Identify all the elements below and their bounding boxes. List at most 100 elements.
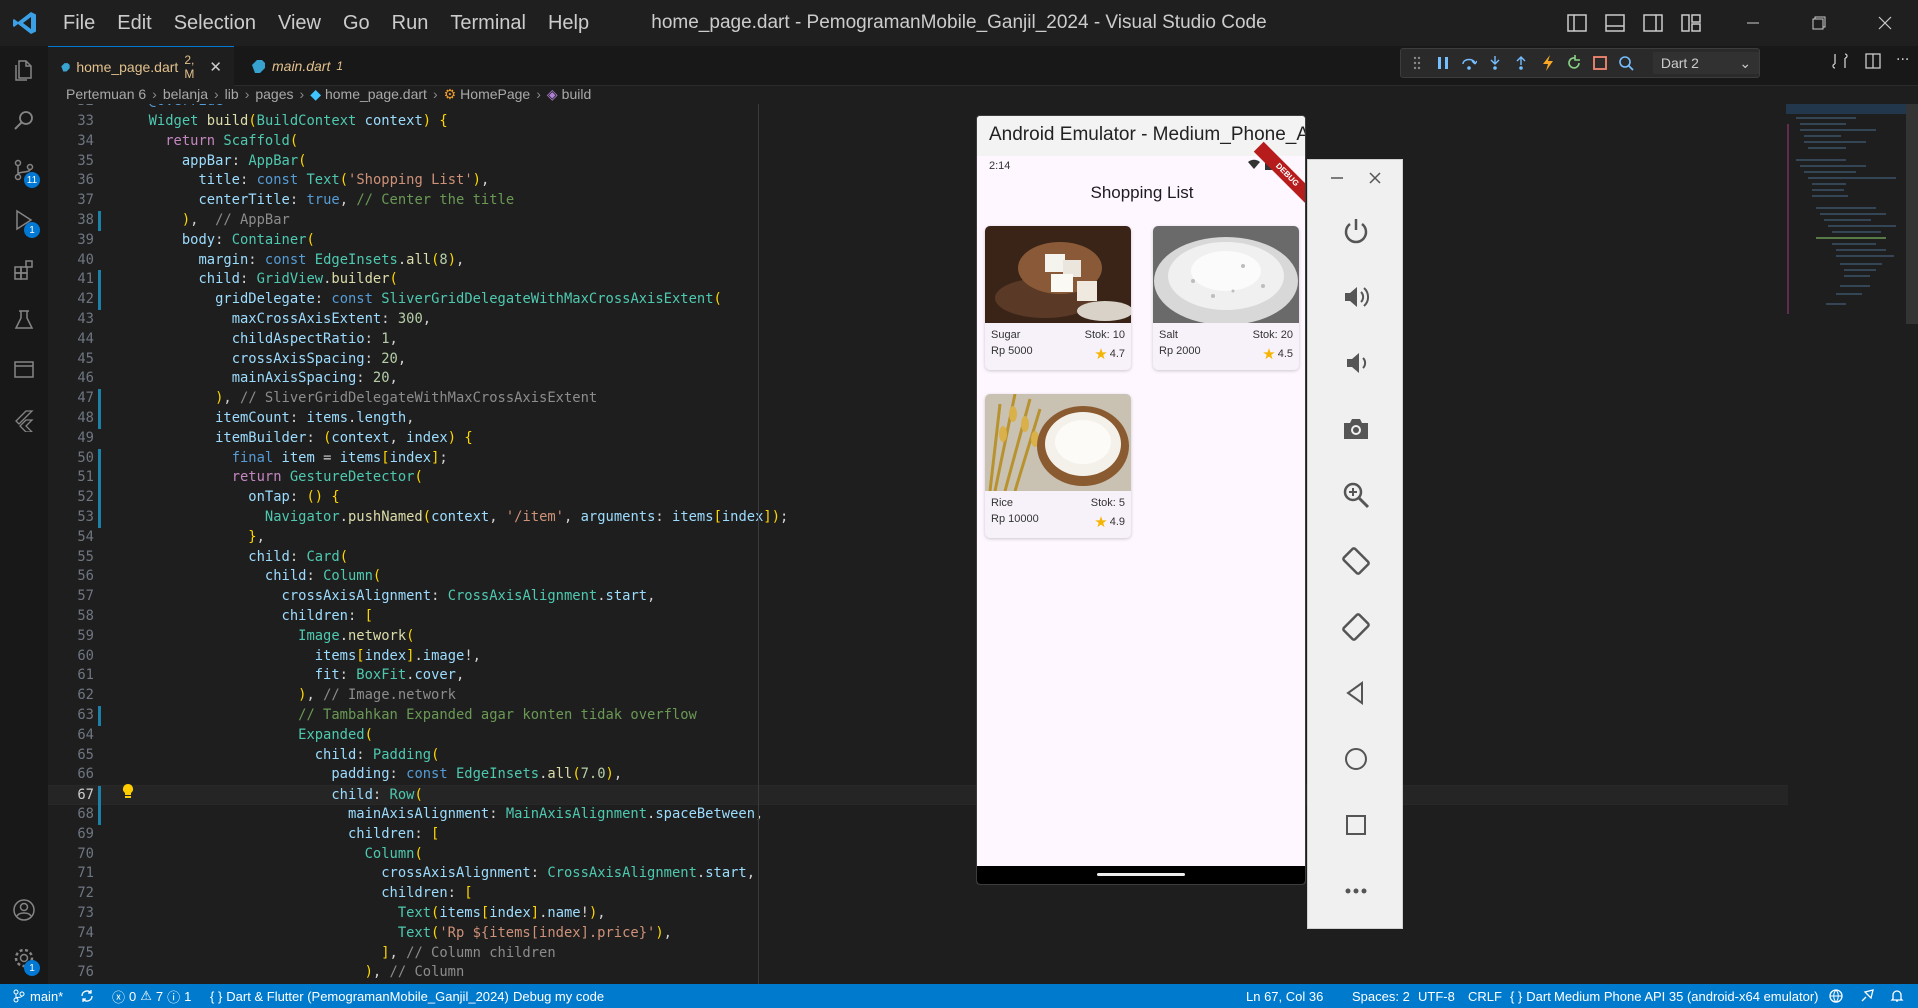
- code-line[interactable]: 38 ), // AppBar: [48, 211, 1788, 231]
- more-icon[interactable]: [1308, 858, 1404, 924]
- step-into-icon[interactable]: [1486, 53, 1505, 73]
- code-line[interactable]: 73 Text(items[index].name!),: [48, 904, 1788, 924]
- lightbulb-icon[interactable]: [121, 783, 135, 803]
- code-line[interactable]: 57 crossAxisAlignment: CrossAxisAlignmen…: [48, 587, 1788, 607]
- minimize-icon[interactable]: [1720, 0, 1786, 46]
- menu-go[interactable]: Go: [332, 12, 381, 35]
- source-control-icon[interactable]: 11: [0, 146, 48, 194]
- code-line[interactable]: 47 ), // SliverGridDelegateWithMaxCrossA…: [48, 389, 1788, 409]
- code-line[interactable]: 42 gridDelegate: const SliverGridDelegat…: [48, 290, 1788, 310]
- toggle-secondary-sidebar-icon[interactable]: [1640, 10, 1666, 36]
- code-line[interactable]: 70 Column(: [48, 845, 1788, 865]
- settings-gear-icon[interactable]: 1: [0, 934, 48, 982]
- code-line[interactable]: 49 itemBuilder: (context, index) {: [48, 429, 1788, 449]
- cursor-position[interactable]: Ln 67, Col 36: [1246, 984, 1323, 1008]
- remote-explorer-icon[interactable]: [0, 346, 48, 394]
- restore-icon[interactable]: [1786, 0, 1852, 46]
- code-line[interactable]: 37 centerTitle: true, // Center the titl…: [48, 191, 1788, 211]
- code-line[interactable]: 36 title: const Text('Shopping List'),: [48, 171, 1788, 191]
- customize-layout-icon[interactable]: [1678, 10, 1704, 36]
- phone-screen[interactable]: 2:14 DEBUG Shopping List Sugar Rp 5000 S…: [977, 141, 1305, 866]
- code-line[interactable]: 72 children: [: [48, 884, 1788, 904]
- zoom-icon[interactable]: [1308, 462, 1404, 528]
- pause-icon[interactable]: [1433, 53, 1452, 73]
- toggle-panel-icon[interactable]: [1602, 10, 1628, 36]
- breadcrumb-item[interactable]: HomePage: [460, 86, 530, 102]
- extensions-icon[interactable]: [0, 246, 48, 294]
- menu-run[interactable]: Run: [381, 12, 440, 35]
- tab-close-icon[interactable]: ✕: [209, 58, 222, 76]
- breadcrumb-item[interactable]: belanja: [163, 86, 208, 102]
- testing-icon[interactable]: [0, 296, 48, 344]
- tab-main-dart[interactable]: main.dart 1: [238, 46, 358, 86]
- code-line[interactable]: 63 // Tambahkan Expanded agar konten tid…: [48, 706, 1788, 726]
- code-line[interactable]: 61 fit: BoxFit.cover,: [48, 666, 1788, 686]
- code-line[interactable]: 45 crossAxisSpacing: 20,: [48, 350, 1788, 370]
- code-line[interactable]: 40 margin: const EdgeInsets.all(8),: [48, 251, 1788, 271]
- more-actions-icon[interactable]: ···: [1896, 52, 1909, 74]
- menu-file[interactable]: File: [52, 12, 106, 35]
- code-line[interactable]: 76 ), // Column: [48, 963, 1788, 983]
- code-line[interactable]: 32 @override: [48, 104, 1788, 112]
- breadcrumb-item[interactable]: lib: [225, 86, 239, 102]
- dart-sdk-indicator[interactable]: { } Dart & Flutter (PemogramanMobile_Gan…: [210, 984, 509, 1008]
- breadcrumb-item[interactable]: Pertemuan 6: [66, 86, 146, 102]
- menu-selection[interactable]: Selection: [163, 12, 267, 35]
- search-icon[interactable]: [0, 96, 48, 144]
- menu-view[interactable]: View: [267, 12, 332, 35]
- product-card-sugar[interactable]: Sugar Rp 5000 Stok: 10 ★ 4.7: [985, 226, 1131, 370]
- code-line[interactable]: 67 child: Row(: [48, 785, 1788, 806]
- volume-up-icon[interactable]: [1308, 264, 1404, 330]
- product-card-salt[interactable]: Salt Rp 2000 Stok: 20 ★ 4.5: [1153, 226, 1299, 370]
- open-changes-icon[interactable]: [1832, 52, 1850, 74]
- accounts-icon[interactable]: [0, 886, 48, 934]
- code-line[interactable]: 64 Expanded(: [48, 726, 1788, 746]
- code-line[interactable]: 60 items[index].image!,: [48, 647, 1788, 667]
- power-icon[interactable]: [1308, 198, 1404, 264]
- camera-icon[interactable]: [1308, 396, 1404, 462]
- code-editor[interactable]: 32 @override33 Widget build(BuildContext…: [48, 104, 1788, 984]
- code-line[interactable]: 41 child: GridView.builder(: [48, 270, 1788, 291]
- code-line[interactable]: 54 },: [48, 528, 1788, 548]
- code-line[interactable]: 43 maxCrossAxisExtent: 300,: [48, 310, 1788, 330]
- sync-icon[interactable]: [80, 984, 94, 1008]
- code-line[interactable]: 59 Image.network(: [48, 627, 1788, 647]
- breadcrumb-item[interactable]: home_page.dart: [325, 86, 427, 102]
- code-line[interactable]: 46 mainAxisSpacing: 20,: [48, 369, 1788, 389]
- code-line[interactable]: 35 appBar: AppBar(: [48, 152, 1788, 172]
- menu-terminal[interactable]: Terminal: [439, 12, 537, 35]
- problems-indicator[interactable]: ⓧ 0 ⚠ 7 ⓘ 1: [112, 984, 191, 1008]
- gesture-handle[interactable]: [1097, 873, 1185, 876]
- home-icon[interactable]: [1308, 726, 1404, 792]
- devtools-search-icon[interactable]: [1617, 53, 1636, 73]
- code-line[interactable]: 75 ], // Column children: [48, 944, 1788, 964]
- code-line[interactable]: 56 child: Column(: [48, 567, 1788, 587]
- toggle-primary-sidebar-icon[interactable]: [1564, 10, 1590, 36]
- code-line[interactable]: 58 children: [: [48, 607, 1788, 627]
- run-debug-icon[interactable]: 1: [0, 196, 48, 244]
- notifications-bell-icon[interactable]: [1890, 984, 1904, 1008]
- encoding[interactable]: UTF-8: [1418, 984, 1455, 1008]
- minimap[interactable]: [1786, 104, 1906, 324]
- code-line[interactable]: 62 ), // Image.network: [48, 686, 1788, 706]
- breadcrumb-item[interactable]: pages: [255, 86, 293, 102]
- explorer-icon[interactable]: [0, 46, 48, 94]
- code-line[interactable]: 53 Navigator.pushNamed(context, '/item',…: [48, 508, 1788, 528]
- step-out-icon[interactable]: [1512, 53, 1531, 73]
- code-line[interactable]: 34 return Scaffold(: [48, 132, 1788, 152]
- debug-mode[interactable]: Debug my code: [513, 984, 604, 1008]
- tab-home-page-dart[interactable]: home_page.dart 2, M ✕: [48, 46, 234, 86]
- volume-down-icon[interactable]: [1308, 330, 1404, 396]
- debug-config-select[interactable]: Dart 2 ⌄: [1652, 52, 1760, 74]
- drag-handle-icon[interactable]: [1407, 53, 1426, 73]
- line-ending[interactable]: CRLF: [1468, 984, 1502, 1008]
- indentation[interactable]: Spaces: 2: [1352, 984, 1410, 1008]
- device-selector[interactable]: Medium Phone API 35 (android-x64 emulato…: [1554, 984, 1818, 1008]
- overview-icon[interactable]: [1308, 792, 1404, 858]
- menu-help[interactable]: Help: [537, 12, 600, 35]
- hot-reload-icon[interactable]: [1538, 53, 1557, 73]
- code-line[interactable]: 51 return GestureDetector(: [48, 468, 1788, 489]
- step-over-icon[interactable]: [1459, 53, 1478, 73]
- emulator-minimize-icon[interactable]: [1330, 170, 1344, 189]
- back-icon[interactable]: [1308, 660, 1404, 726]
